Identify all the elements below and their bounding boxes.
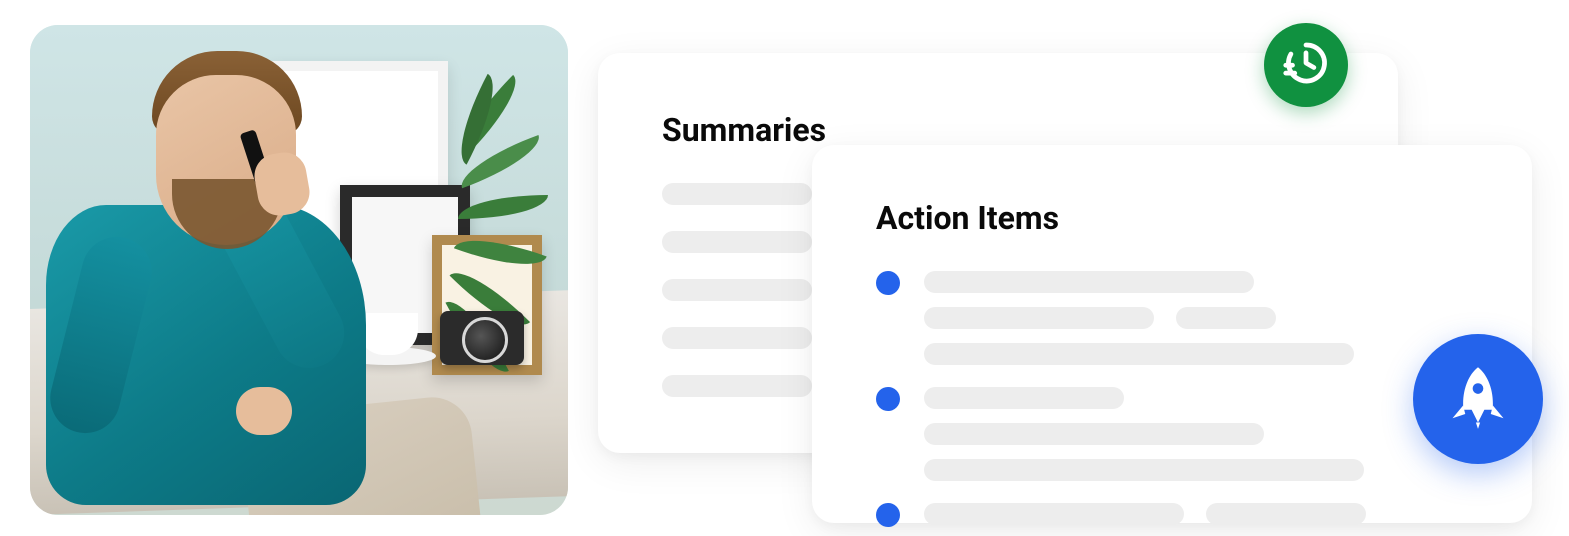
bullet-icon xyxy=(876,387,900,411)
rocket-icon xyxy=(1444,363,1512,435)
action-item-row xyxy=(876,503,1468,527)
action-item-skeleton xyxy=(924,387,1468,481)
action-item-skeleton xyxy=(924,503,1468,525)
action-items-card: Action Items xyxy=(812,145,1532,523)
rocket-badge[interactable] xyxy=(1413,334,1543,464)
cards-area: Summaries Action Items xyxy=(568,25,1569,536)
skeleton-line xyxy=(924,343,1354,365)
action-item-skeleton xyxy=(924,271,1468,365)
bullet-icon xyxy=(876,271,900,295)
skeleton-line xyxy=(924,307,1154,329)
layout-container: Summaries Action Items xyxy=(0,0,1569,536)
action-items-title: Action Items xyxy=(876,199,1468,237)
history-clock-icon xyxy=(1279,36,1333,94)
skeleton-line xyxy=(1176,307,1276,329)
skeleton-line xyxy=(924,271,1254,293)
skeleton-line xyxy=(924,387,1124,409)
action-item-row xyxy=(876,387,1468,481)
skeleton-line xyxy=(662,279,812,301)
history-clock-badge xyxy=(1264,23,1348,107)
skeleton-line xyxy=(662,375,812,397)
skeleton-line xyxy=(662,231,812,253)
photo-person xyxy=(36,65,416,515)
skeleton-line xyxy=(924,503,1184,525)
skeleton-line xyxy=(924,459,1364,481)
bullet-icon xyxy=(876,503,900,527)
skeleton-line xyxy=(1206,503,1366,525)
action-item-row xyxy=(876,271,1468,365)
skeleton-line xyxy=(662,183,812,205)
skeleton-line xyxy=(924,423,1264,445)
summaries-title: Summaries xyxy=(662,111,1334,149)
skeleton-line xyxy=(662,327,812,349)
photo-camera xyxy=(440,311,524,365)
hero-photo xyxy=(30,25,568,515)
